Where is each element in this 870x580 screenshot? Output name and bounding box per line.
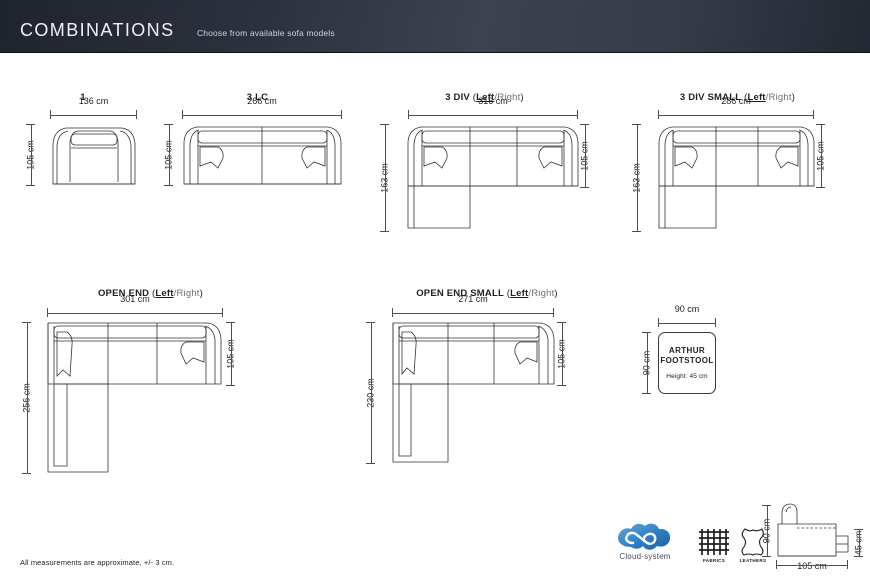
dimension-width: 266 cm	[182, 97, 342, 120]
sofa-drawing-open-end	[47, 322, 222, 473]
dimension-depth-left: 256 cm	[22, 322, 32, 474]
dimension-width: 316 cm	[408, 97, 578, 120]
model-card-3div-small[interactable]: 3 DIV SMALL (Left/Right) 286 cm 163 cm 1…	[625, 92, 850, 237]
dimension-depth-left: 163 cm	[380, 124, 390, 232]
cloud-system-icon	[618, 523, 671, 550]
dimension-profile-height: 90 cm	[762, 505, 772, 557]
model-card-single[interactable]: 1 136 cm 105 cm	[18, 92, 148, 202]
cloud-system-label: Cloud-system	[619, 552, 671, 561]
dimension-profile-depth: 105 cm	[776, 560, 848, 571]
dimension-depth-right: 105 cm	[226, 322, 236, 386]
model-card-3lc[interactable]: 3 LC 266 cm 105 cm	[160, 92, 355, 202]
fabrics-label: FABRICS	[702, 558, 726, 563]
sofa-drawing-3div	[407, 126, 579, 229]
dimension-depth-left: 230 cm	[366, 322, 376, 464]
dimension-width: 90 cm	[658, 305, 716, 328]
footstool-name: ARTHUR FOOTSTOOL	[660, 346, 714, 365]
fabrics-icon	[699, 529, 729, 555]
dimension-depth-left: 105 cm	[26, 124, 36, 186]
model-card-open-end[interactable]: OPEN END (Left/Right) 301 cm 256 cm 105 …	[18, 288, 283, 488]
footstool-height-note: Height: 45 cm	[666, 373, 708, 380]
model-card-open-end-small[interactable]: OPEN END SMALL (Left/Right) 271 cm 230 c…	[362, 288, 612, 488]
sofa-drawing-single	[52, 127, 136, 185]
page-subtitle: Choose from available sofa models	[197, 28, 335, 38]
dimension-width: 271 cm	[392, 295, 554, 318]
footstool-box: ARTHUR FOOTSTOOL Height: 45 cm	[658, 332, 716, 394]
dimension-width: 301 cm	[47, 295, 223, 318]
side-profile-diagram: 90 cm 45 cm 105 cm	[762, 496, 866, 576]
model-card-footstool[interactable]: 90 cm 90 cm ARTHUR FOOTSTOOL Height: 45 …	[630, 305, 750, 413]
dimension-stool-height: 45 cm	[853, 529, 864, 557]
dimension-width: 286 cm	[658, 97, 814, 120]
measurement-disclaimer: All measurements are approximate, +/- 3 …	[20, 558, 175, 567]
sofa-drawing-3lc	[183, 126, 342, 185]
page-header: COMBINATIONS Choose from available sofa …	[0, 0, 870, 53]
dimension-width: 136 cm	[50, 97, 137, 120]
dimension-depth-left: 163 cm	[632, 124, 642, 232]
sofa-drawing-3div-small	[658, 126, 815, 229]
dimension-depth: 90 cm	[642, 332, 652, 394]
model-card-3div[interactable]: 3 DIV (Left/Right) 316 cm 163 cm 105 cm	[372, 92, 597, 237]
sofa-drawing-open-end-small	[392, 322, 555, 463]
dimension-depth-right: 105 cm	[557, 322, 567, 386]
sofa-profile-icon	[777, 503, 849, 557]
dimension-depth-left: 105 cm	[164, 124, 174, 186]
page-title: COMBINATIONS	[20, 20, 175, 40]
